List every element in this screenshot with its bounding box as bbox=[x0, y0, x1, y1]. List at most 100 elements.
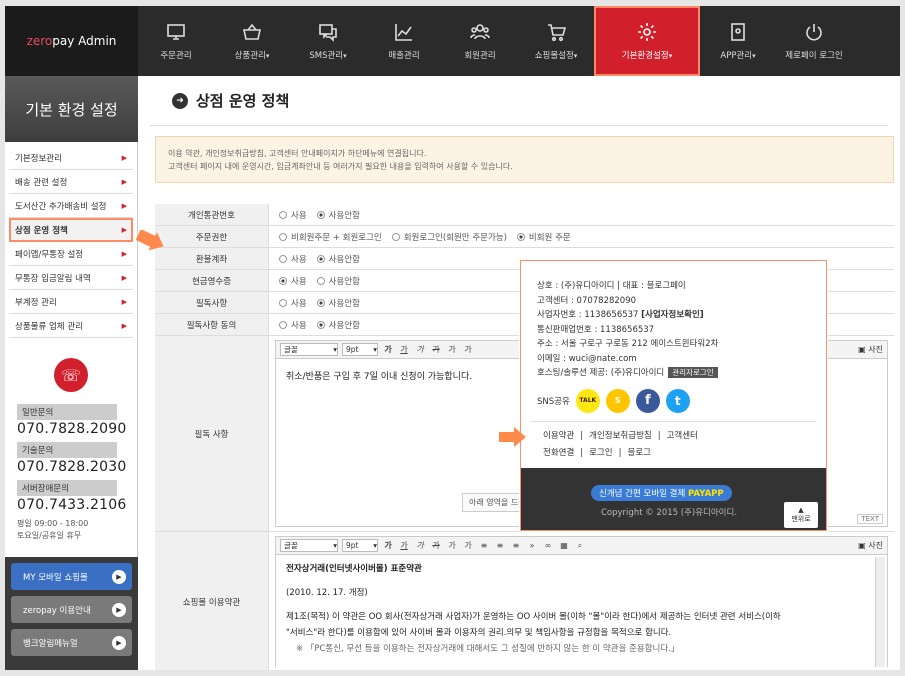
footer-link-call[interactable]: 전화연결 bbox=[537, 448, 580, 458]
radio-button[interactable] bbox=[316, 276, 325, 285]
align-left-icon[interactable]: ≡ bbox=[478, 540, 490, 552]
facebook-icon[interactable]: f bbox=[635, 388, 660, 413]
radio-use[interactable]: 사용 bbox=[279, 319, 307, 331]
quote-icon[interactable]: » bbox=[526, 540, 538, 552]
sidebar-menu: 기본정보관리 ▶ 배송 관련 설정 ▶ 도서산간 추가배송비 설정 ▶ 상점 운영 정… bbox=[5, 142, 138, 342]
italic-icon[interactable]: 가 bbox=[414, 540, 426, 552]
photo-button[interactable]: ▣ 사진 bbox=[858, 344, 883, 355]
radio-not-use[interactable]: 사용안함 bbox=[316, 319, 360, 331]
underline-icon[interactable]: 가 bbox=[398, 344, 410, 356]
radio-use[interactable]: 사용 bbox=[279, 253, 307, 265]
radio-button[interactable] bbox=[316, 320, 325, 329]
text-color-icon[interactable]: 가 bbox=[446, 540, 458, 552]
page-header: ➜ 상점 운영 정책 bbox=[150, 76, 888, 126]
underline-icon[interactable]: 가 bbox=[398, 540, 410, 552]
radio-button[interactable] bbox=[279, 298, 287, 307]
sidebar-item-sub-accounts[interactable]: 부계정 관리 ▶ bbox=[9, 290, 133, 314]
editor-content[interactable]: 전자상거래(인터넷사이버몰) 표준약관 (2010. 12. 17. 개정) 제… bbox=[276, 555, 887, 663]
bold-icon[interactable]: 가 bbox=[382, 540, 394, 552]
text-color-icon[interactable]: 가 bbox=[446, 344, 458, 356]
radio-button[interactable] bbox=[391, 232, 400, 241]
bank-alert-manual-button[interactable]: 뱅크알림메뉴얼 ▶ bbox=[11, 629, 132, 656]
radio-button[interactable] bbox=[316, 210, 325, 219]
radio-member-only[interactable]: 회원로그인(회원만 주문가능) bbox=[391, 231, 507, 243]
text-mode-tab[interactable]: TEXT bbox=[857, 514, 883, 524]
kakaostory-icon[interactable]: S bbox=[605, 388, 630, 413]
footer-link-support[interactable]: 고객센터 bbox=[661, 431, 704, 441]
align-right-icon[interactable]: ≡ bbox=[510, 540, 522, 552]
rich-text-editor[interactable]: 글꼴 ▾ 9pt ▾ 가 가 가 가 가 가 ≡ ≡ ≡ » ∞ ▦ ⌕ ▣ 사… bbox=[275, 536, 888, 667]
sidebar-item-remote-shipping[interactable]: 도서산간 추가배송비 설정 ▶ bbox=[9, 194, 133, 218]
logo[interactable]: zero pay Admin bbox=[5, 6, 138, 76]
pointer-arrow-icon bbox=[499, 427, 526, 447]
nav-item-orders[interactable]: 주문관리 bbox=[138, 6, 214, 76]
radio-not-use[interactable]: 사용안함 bbox=[316, 209, 360, 221]
zeropay-guide-button[interactable]: zeropay 이용안내 ▶ bbox=[11, 596, 132, 623]
contact-label: 기술문의 bbox=[17, 442, 117, 458]
radio-use[interactable]: 사용 bbox=[279, 275, 307, 287]
nav-item-app[interactable]: APP관리▾ bbox=[700, 6, 776, 76]
payapp-badge[interactable]: 신개념 간편 모바일 결제 PAYAPP bbox=[591, 485, 732, 501]
nav-item-basic-settings[interactable]: 기본환경설정▾ bbox=[594, 6, 700, 76]
photo-button[interactable]: ▣ 사진 bbox=[858, 540, 883, 551]
strike-icon[interactable]: 가 bbox=[430, 344, 442, 356]
sidebar-item-basic-info[interactable]: 기본정보관리 ▶ bbox=[9, 146, 133, 170]
radio-button[interactable] bbox=[516, 232, 525, 241]
nav-item-shop-settings[interactable]: 쇼핑몰설정▾ bbox=[518, 6, 594, 76]
admin-login-button[interactable]: 관리자로그인 bbox=[668, 367, 718, 378]
scroll-top-button[interactable]: ▲ 맨위로 bbox=[784, 502, 818, 528]
radio-not-use[interactable]: 사용안함 bbox=[316, 253, 360, 265]
radio-guest-and-member[interactable]: 비회원주문 + 회원로그인 bbox=[279, 231, 382, 243]
link-icon[interactable]: ∞ bbox=[542, 540, 554, 552]
radio-button[interactable] bbox=[279, 254, 287, 263]
nav-item-sms[interactable]: SMS관리▾ bbox=[290, 6, 366, 76]
bold-icon[interactable]: 가 bbox=[382, 344, 394, 356]
sidebar-item-shipping[interactable]: 배송 관련 설정 ▶ bbox=[9, 170, 133, 194]
size-select[interactable]: 9pt ▾ bbox=[342, 343, 378, 356]
business-info-link[interactable]: [사업자정보확인] bbox=[641, 310, 704, 320]
sidebar-item-logistics[interactable]: 상품물류 업체 관리 ▶ bbox=[9, 314, 133, 338]
align-center-icon[interactable]: ≡ bbox=[494, 540, 506, 552]
font-select[interactable]: 글꼴 ▾ bbox=[280, 343, 338, 356]
radio-button[interactable] bbox=[279, 232, 287, 241]
font-select[interactable]: 글꼴 ▾ bbox=[280, 539, 338, 552]
radio-use[interactable]: 사용 bbox=[279, 209, 307, 221]
table-icon[interactable]: ▦ bbox=[558, 540, 570, 552]
kakaotalk-icon[interactable]: TALK bbox=[575, 388, 600, 413]
nav-item-members[interactable]: 회원관리 bbox=[442, 6, 518, 76]
size-select[interactable]: 9pt ▾ bbox=[342, 539, 378, 552]
scrollbar[interactable] bbox=[875, 557, 885, 667]
twitter-icon[interactable]: t bbox=[665, 388, 690, 413]
italic-icon[interactable]: 가 bbox=[414, 344, 426, 356]
sidebar-item-deposit-alerts[interactable]: 무통장 입금알림 내역 ▶ bbox=[9, 266, 133, 290]
contact-panel: ☏ 일반문의 070.7828.2090 기술문의 070.7828.2030 … bbox=[5, 342, 138, 557]
footer-link-blog[interactable]: 블로그 bbox=[622, 448, 657, 458]
sidebar-item-payapp-settings[interactable]: 페이앱/무통장 설정 ▶ bbox=[9, 242, 133, 266]
radio-button[interactable] bbox=[279, 276, 287, 285]
radio-button[interactable] bbox=[316, 254, 325, 263]
radio-not-use[interactable]: 사용안함 bbox=[316, 275, 360, 287]
nav-item-sales[interactable]: 매출관리 bbox=[366, 6, 442, 76]
footer-link-login[interactable]: 로그인 bbox=[583, 448, 618, 458]
footer-link-privacy[interactable]: 개인정보취급방침 bbox=[583, 431, 658, 441]
contact-label: 서버장애문의 bbox=[17, 480, 117, 496]
radio-not-use[interactable]: 사용안함 bbox=[316, 297, 360, 309]
bg-color-icon[interactable]: 가 bbox=[462, 344, 474, 356]
bg-color-icon[interactable]: 가 bbox=[462, 540, 474, 552]
nav-item-login[interactable]: 제로페이 로그인 bbox=[776, 6, 852, 76]
footer-link-terms[interactable]: 이용약관 bbox=[537, 431, 580, 441]
contact-number: 070.7828.2030 bbox=[17, 459, 127, 475]
radio-guest-order[interactable]: 비회원 주문 bbox=[516, 231, 571, 243]
my-mobile-shop-button[interactable]: MY 모바일 쇼핑몰 ▶ bbox=[11, 563, 132, 590]
radio-button[interactable] bbox=[279, 320, 287, 329]
radio-button[interactable] bbox=[316, 298, 325, 307]
nav-item-products[interactable]: 상품관리▾ bbox=[214, 6, 290, 76]
strike-icon[interactable]: 가 bbox=[430, 540, 442, 552]
search-icon[interactable]: ⌕ bbox=[574, 540, 586, 552]
radio-use[interactable]: 사용 bbox=[279, 297, 307, 309]
arrow-right-icon: ▶ bbox=[112, 569, 126, 584]
copyright: Copyright © 2015 (주)유디아이디. bbox=[601, 508, 738, 518]
sidebar-item-store-policy[interactable]: 상점 운영 정책 ▶ bbox=[9, 218, 133, 242]
radio-button[interactable] bbox=[279, 210, 287, 219]
chevron-right-icon: ▶ bbox=[121, 249, 127, 258]
